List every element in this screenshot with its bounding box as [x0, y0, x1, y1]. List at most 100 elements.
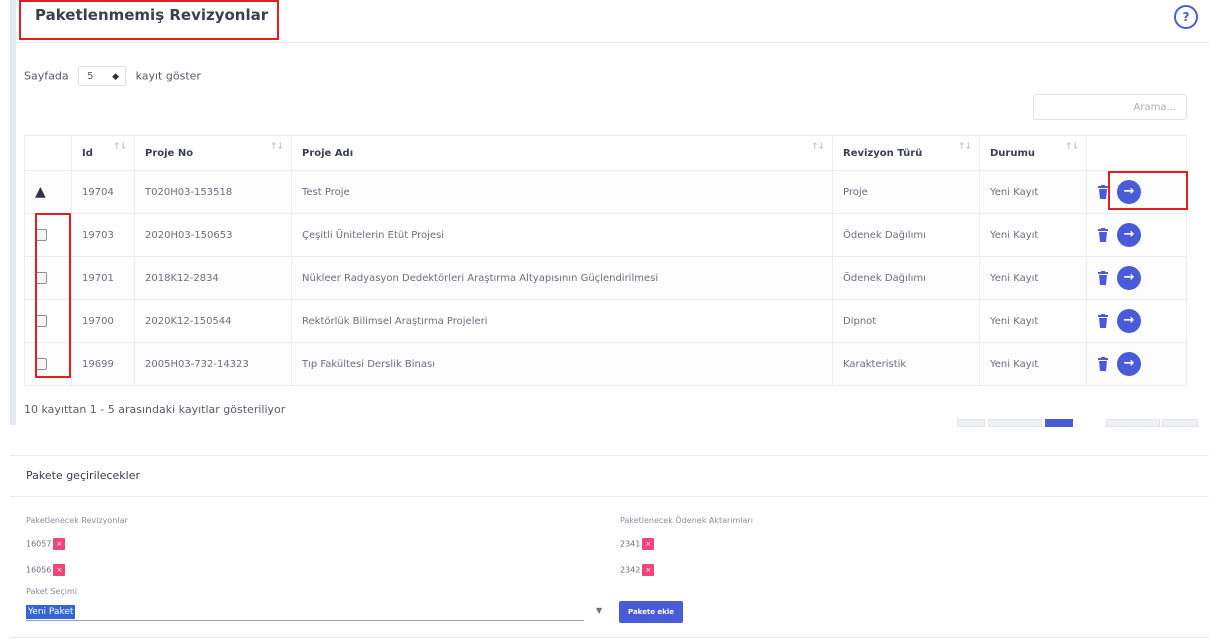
trash-icon[interactable]: [1097, 314, 1109, 328]
page-title: Paketlenmemiş Revizyonlar: [35, 6, 269, 24]
cell-durumu: Yeni Kayıt: [979, 170, 1087, 214]
cell-durumu: Yeni Kayıt: [979, 213, 1087, 257]
cell-revizyon-turu: Ödenek Dağılımı: [832, 256, 980, 300]
length-prefix: Sayfada: [24, 69, 69, 83]
cell-proje-adi: Çeşitli Ünitelerin Etüt Projesi: [291, 213, 833, 257]
page-length-control: Sayfada 5 ◆ kayıt göster: [24, 66, 201, 86]
transfer-id: 2341: [620, 539, 641, 549]
arrow-right-icon[interactable]: →: [1117, 223, 1141, 247]
trash-icon[interactable]: [1097, 357, 1109, 371]
cell-revizyon-turu: Karakteristik: [832, 342, 980, 386]
chevron-down-icon[interactable]: ▼: [596, 606, 602, 615]
pager-last[interactable]: [1162, 419, 1198, 427]
cell-durumu: Yeni Kayıt: [979, 342, 1087, 386]
cell-proje-adi: Test Proje: [291, 170, 833, 214]
table-row: 19703 2020H03-150653 Çeşitli Ünitelerin …: [24, 213, 1187, 257]
remove-icon[interactable]: ×: [53, 538, 66, 550]
cell-revizyon-turu: Ödenek Dağılımı: [832, 213, 980, 257]
row-actions: →: [1086, 342, 1187, 386]
remove-icon[interactable]: ×: [53, 564, 66, 576]
actions-highlight-box: [1108, 171, 1188, 210]
cell-proje-adi: Rektörlük Bilimsel Araştırma Projeleri: [291, 299, 833, 343]
pager-previous[interactable]: [957, 419, 985, 427]
sort-icon: ↑↓: [810, 142, 825, 152]
select-caret-icon: ◆: [112, 72, 120, 82]
table-row: 19699 2005H03-732-14323 Tıp Fakültesi De…: [24, 342, 1187, 386]
row-status-cell: ▲: [24, 170, 72, 214]
transfer-tag: 2342 ×: [620, 564, 655, 576]
cell-proje-adi: Tıp Fakültesi Derslik Binası: [291, 342, 833, 386]
page-length-value: 5: [87, 71, 94, 82]
column-label: Proje No: [145, 147, 194, 159]
select-column-header: [24, 135, 72, 171]
sort-icon: ↑↓: [112, 142, 127, 152]
arrow-right-icon[interactable]: →: [1117, 266, 1141, 290]
revision-id: 16056: [26, 565, 52, 575]
trash-icon[interactable]: [1097, 271, 1109, 285]
search-input[interactable]: [1033, 94, 1187, 120]
row-actions: →: [1086, 256, 1187, 300]
cell-durumu: Yeni Kayıt: [979, 299, 1087, 343]
cell-revizyon-turu: Proje: [832, 170, 980, 214]
cell-id: 19703: [71, 213, 135, 257]
cell-proje-adi: Nükleer Radyasyon Dedektörleri Araştırma…: [291, 256, 833, 300]
table-info: 10 kayıttan 1 - 5 arasındaki kayıtlar gö…: [24, 403, 286, 416]
length-suffix: kayıt göster: [135, 69, 201, 83]
help-icon[interactable]: ?: [1174, 5, 1198, 29]
pager-first[interactable]: [988, 419, 1042, 427]
cell-id: 19704: [71, 170, 135, 214]
package-select-value: Yeni Paket: [26, 605, 76, 619]
column-header-revizyon-turu[interactable]: Revizyon Türü ↑↓: [832, 135, 980, 171]
table-row: 19701 2018K12-2834 Nükleer Radyasyon Ded…: [24, 256, 1187, 300]
package-select[interactable]: Yeni Paket: [26, 604, 584, 621]
cell-id: 19700: [71, 299, 135, 343]
table-header-row: Id ↑↓ Proje No ↑↓ Proje Adı ↑↓ Revizyon Tür…: [24, 135, 1187, 171]
column-label: Id: [82, 147, 93, 159]
pager-page-1[interactable]: [1045, 419, 1073, 427]
column-header-durumu[interactable]: Durumu ↑↓: [979, 135, 1087, 171]
revision-id: 16057: [26, 539, 52, 549]
revision-tag: 16056 ×: [26, 564, 66, 576]
card-header: Pakete geçirilecekler: [10, 456, 1209, 497]
revisions-label: Paketlenecek Revizyonlar: [26, 516, 128, 525]
row-actions: →: [1086, 299, 1187, 343]
to-package-card: Pakete geçirilecekler Paketlenecek Reviz…: [10, 455, 1209, 644]
transfer-tag: 2341 ×: [620, 538, 655, 550]
column-label: Proje Adı: [302, 147, 354, 159]
cell-revizyon-turu: Dipnot: [832, 299, 980, 343]
arrow-right-icon[interactable]: →: [1117, 309, 1141, 333]
cell-id: 19701: [71, 256, 135, 300]
divider: [10, 637, 1209, 638]
cell-proje-no: 2005H03-732-14323: [134, 342, 292, 386]
remove-icon[interactable]: ×: [642, 538, 655, 550]
actions-column-header: [1086, 135, 1187, 171]
add-to-package-button[interactable]: Pakete ekle: [619, 601, 683, 623]
sort-icon: ↑↓: [1064, 142, 1079, 152]
checkbox-highlight-box: [35, 213, 71, 378]
table-row: 19700 2020K12-150544 Rektörlük Bilimsel …: [24, 299, 1187, 343]
cell-proje-no: 2020H03-150653: [134, 213, 292, 257]
remove-icon[interactable]: ×: [642, 564, 655, 576]
pager-next[interactable]: [1106, 419, 1160, 427]
column-label: Revizyon Türü: [843, 147, 923, 159]
transfers-label: Paketlenecek Ödenek Aktarımları: [620, 516, 753, 525]
arrow-right-icon[interactable]: →: [1117, 352, 1141, 376]
sort-icon: ↑↓: [957, 142, 972, 152]
column-header-id[interactable]: Id ↑↓: [71, 135, 135, 171]
revisions-table: Id ↑↓ Proje No ↑↓ Proje Adı ↑↓ Revizyon Tür…: [24, 135, 1187, 386]
column-label: Durumu: [990, 147, 1036, 159]
column-header-proje-no[interactable]: Proje No ↑↓: [134, 135, 292, 171]
trash-icon[interactable]: [1097, 228, 1109, 242]
row-actions: →: [1086, 213, 1187, 257]
column-header-proje-adi[interactable]: Proje Adı ↑↓: [291, 135, 833, 171]
cell-id: 19699: [71, 342, 135, 386]
cell-proje-no: 2020K12-150544: [134, 299, 292, 343]
cell-proje-no: T020H03-153518: [134, 170, 292, 214]
revision-tag: 16057 ×: [26, 538, 66, 550]
page-length-select[interactable]: 5 ◆: [78, 66, 127, 86]
cell-proje-no: 2018K12-2834: [134, 256, 292, 300]
sort-icon: ↑↓: [269, 142, 284, 152]
cell-durumu: Yeni Kayıt: [979, 256, 1087, 300]
warning-icon: ▲: [35, 184, 46, 200]
section-title: Pakete geçirilecekler: [26, 469, 140, 482]
